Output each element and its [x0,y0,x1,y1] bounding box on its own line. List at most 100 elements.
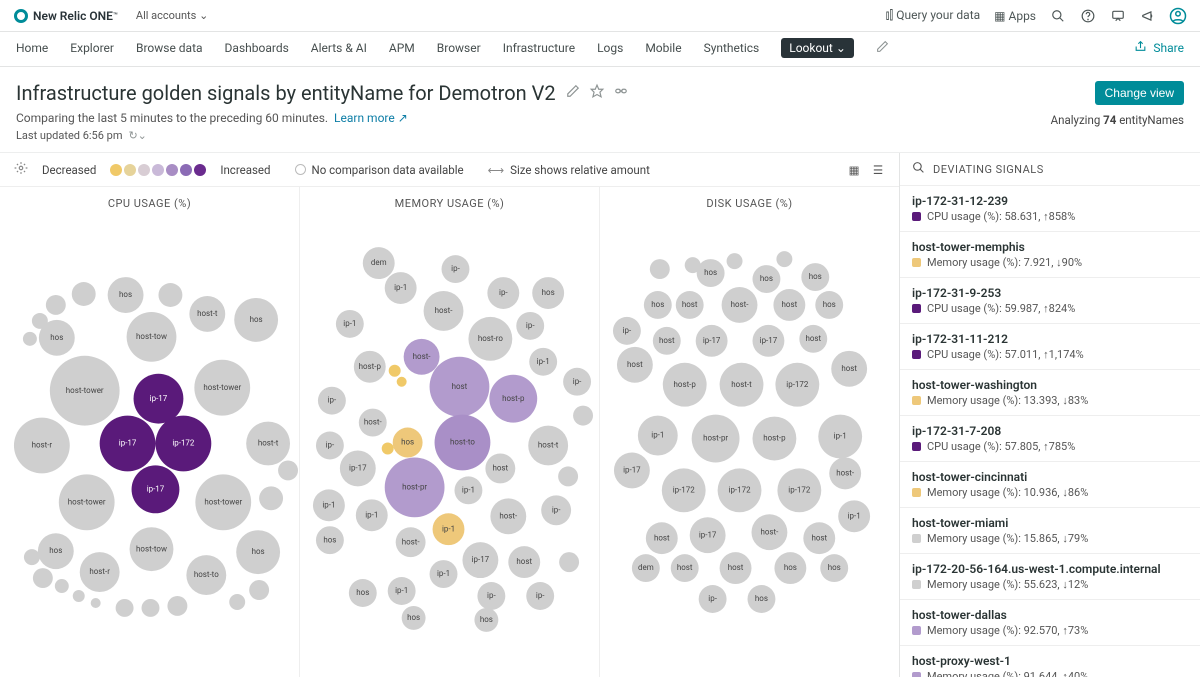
feedback-icon[interactable] [1110,8,1126,24]
signal-metric: Memory usage (%): 7.921, ↓90% [912,256,1188,269]
signal-metric: CPU usage (%): 57.011, ↑1,174% [912,348,1188,361]
nav-logs[interactable]: Logs [597,41,623,55]
search-icon[interactable] [912,161,925,177]
bubble[interactable] [229,594,245,610]
signal-row[interactable]: ip-172-31-11-212CPU usage (%): 57.011, ↑… [900,324,1200,370]
learn-more-link[interactable]: Learn more ↗ [334,111,408,125]
account-switcher[interactable]: All accounts ⌄ [136,9,208,22]
signal-row[interactable]: host-tower-cincinnatiMemory usage (%): 1… [900,462,1200,508]
refresh-icon[interactable]: ↻⌄ [128,129,146,142]
bubble-label: host [493,464,509,473]
legend-scale-dot [180,164,192,176]
bubble[interactable] [727,253,743,269]
bubble[interactable] [142,599,160,617]
bubble-label: host-pr [402,482,427,491]
announce-icon[interactable] [1140,8,1156,24]
bubble-label: hos [50,333,63,342]
bubble-label: host- [836,469,855,478]
bubble[interactable] [389,365,401,377]
main-nav: Home Explorer Browse data Dashboards Ale… [0,32,1200,67]
search-icon[interactable] [1050,8,1066,24]
bubble[interactable] [72,282,96,306]
bubble[interactable] [23,332,37,346]
signal-row[interactable]: host-tower-dallasMemory usage (%): 92.57… [900,600,1200,646]
bubble[interactable] [116,599,134,617]
nav-mobile[interactable]: Mobile [645,41,681,55]
bubble[interactable] [776,251,792,267]
bubble[interactable] [24,549,40,565]
bubble-label: host [682,300,698,309]
bubble-label: hos [407,613,420,622]
nav-synthetics[interactable]: Synthetics [704,41,760,55]
bubble[interactable] [558,466,578,486]
user-avatar-icon[interactable] [1170,8,1186,24]
favorite-icon[interactable] [590,84,604,102]
view-list-icon[interactable]: ☰ [871,163,885,177]
bubble[interactable] [249,580,269,600]
bubble[interactable] [650,259,670,279]
signal-metric: Memory usage (%): 10.936, ↓86% [912,486,1188,499]
signal-row[interactable]: host-tower-miamiMemory usage (%): 15.865… [900,508,1200,554]
nav-apm[interactable]: APM [389,41,415,55]
link-icon[interactable] [614,84,628,102]
signal-metric: CPU usage (%): 59.987, ↑824% [912,302,1188,315]
apps-link[interactable]: ▦ Apps [994,9,1036,23]
bubble[interactable] [278,460,298,480]
chart-memory-usage[interactable]: MEMORY USAGE (%) hosthost-tohost-prhost-… [300,187,600,677]
edit-icon[interactable] [876,40,889,56]
help-icon[interactable] [1080,8,1096,24]
nav-lookout-active[interactable]: Lookout ⌄ [781,38,854,58]
bubble[interactable] [91,598,101,608]
chart-disk-usage[interactable]: DISK USAGE (%) host-phost-tip-172hosthos… [600,187,899,677]
signal-row[interactable]: ip-172-31-12-239CPU usage (%): 58.631, ↑… [900,186,1200,232]
bubble[interactable] [685,257,701,273]
bubble[interactable] [397,377,407,387]
nav-browser[interactable]: Browser [437,41,481,55]
bubble[interactable] [46,295,66,315]
bubble-label: ip-17 [703,336,721,345]
chart-cpu-usage[interactable]: CPU USAGE (%) ip-17ip-17ip-172ip-17host-… [0,187,300,677]
bubble[interactable] [158,283,182,307]
signal-row[interactable]: host-tower-memphisMemory usage (%): 7.92… [900,232,1200,278]
view-grid-icon[interactable]: ▦ [847,163,861,177]
subtitle-text: Comparing the last 5 minutes to the prec… [16,111,328,125]
bubble-label: ip-172 [673,485,696,494]
analyzing-text: Analyzing 74 entityNames [1051,113,1184,127]
legend-increased-label: Increased [220,163,270,177]
settings-icon[interactable] [14,161,28,178]
bubble[interactable] [55,579,69,593]
bubble[interactable] [167,596,187,616]
bubble-label: hos [401,438,414,447]
brand-name: New Relic ONE [33,9,113,23]
nav-alerts-ai[interactable]: Alerts & AI [311,41,367,55]
signal-row[interactable]: host-proxy-west-1Memory usage (%): 91.64… [900,646,1200,677]
nav-home[interactable]: Home [16,41,48,55]
signal-name: host-tower-miami [912,516,1188,530]
bubble[interactable] [33,568,53,588]
bubble[interactable] [559,552,579,572]
share-link[interactable]: Share [1153,41,1184,55]
nav-dashboards[interactable]: Dashboards [225,41,289,55]
bubble-label: ip- [328,396,337,405]
query-data-link[interactable]: ⫾⫿ Query your data [886,8,981,23]
bubble-label: ip- [536,591,545,600]
legend-scale-dot [152,164,164,176]
bubble[interactable] [259,486,283,510]
signal-metric: Memory usage (%): 91.644, ↑40% [912,670,1188,677]
signal-row[interactable]: host-tower-washingtonMemory usage (%): 1… [900,370,1200,416]
change-view-button[interactable]: Change view [1095,81,1184,105]
signal-row[interactable]: ip-172-20-56-164.us-west-1.compute.inter… [900,554,1200,600]
bubble[interactable] [73,590,85,602]
bubble-label: host- [402,537,421,546]
bubble[interactable] [382,443,394,455]
nav-explorer[interactable]: Explorer [70,41,114,55]
nav-browse-data[interactable]: Browse data [136,41,203,55]
brand-logo[interactable]: New Relic ONE™ [14,9,118,23]
nav-infrastructure[interactable]: Infrastructure [503,41,575,55]
bubble[interactable] [573,406,593,426]
signal-row[interactable]: ip-172-31-9-253CPU usage (%): 59.987, ↑8… [900,278,1200,324]
bubble[interactable] [32,313,48,329]
edit-title-icon[interactable] [566,84,580,102]
signal-color-swatch [912,534,921,543]
signal-row[interactable]: ip-172-31-7-208CPU usage (%): 57.805, ↑7… [900,416,1200,462]
